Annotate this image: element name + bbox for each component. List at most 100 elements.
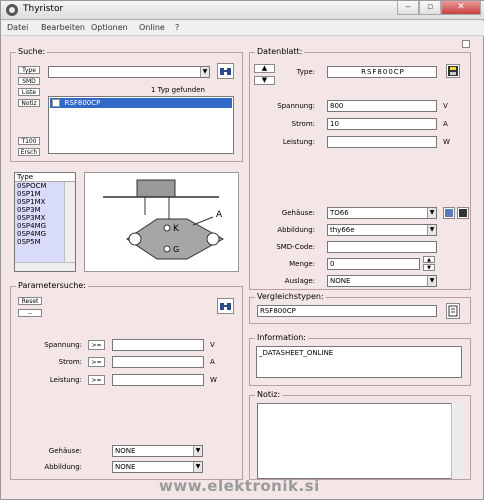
type-list-header[interactable]: Type	[15, 173, 75, 182]
gehaeuse-filter-label: Gehäuse:	[48, 447, 82, 455]
gehaeuse-filter-value: NONE	[115, 447, 136, 455]
result-count: 1 Typ gefunden	[151, 86, 205, 94]
type-list-hscrollbar[interactable]	[15, 262, 75, 271]
result-item-label: RSF800CP	[64, 99, 101, 107]
menu-online[interactable]: Online	[139, 23, 165, 32]
search-binocular-button[interactable]	[217, 63, 234, 79]
type-field[interactable]: RSF800CP	[327, 66, 437, 78]
strom-unit: A	[210, 358, 215, 366]
watermark: www.elektronik.si	[159, 477, 320, 495]
chevron-down-icon[interactable]: ▼	[193, 462, 202, 472]
spannung-operator-button[interactable]: >=	[88, 340, 105, 350]
menu-datei[interactable]: Datei	[7, 23, 28, 32]
reset-button[interactable]: Reset	[18, 297, 42, 305]
search-input[interactable]: ▼	[48, 66, 210, 78]
auslage-label: Auslage:	[284, 277, 315, 285]
thyristor-package-drawing	[103, 179, 225, 260]
type-list-scrollbar[interactable]	[64, 182, 75, 262]
gehaeuse-filter-select[interactable]: NONE ▼	[112, 445, 203, 457]
chevron-down-icon[interactable]: ▼	[427, 276, 436, 286]
save-button[interactable]	[446, 64, 460, 78]
notiz-label: Notiz:	[255, 390, 283, 399]
close-button[interactable]: ✕	[441, 1, 481, 15]
stay-on-top-checkbox[interactable]	[462, 40, 470, 48]
information-label: Information:	[255, 333, 309, 342]
maximize-button[interactable]: ▫	[419, 1, 441, 15]
abbildung-filter-label: Abbildung:	[44, 463, 82, 471]
spannung-field[interactable]	[112, 339, 204, 351]
notiz-textarea[interactable]	[257, 403, 463, 479]
menge-decrement-button[interactable]: ▼	[423, 264, 435, 271]
gehaeuse-data-select[interactable]: TO66 ▼	[327, 207, 437, 219]
package-image: K G A	[84, 172, 239, 272]
liste-button[interactable]: Liste	[18, 88, 40, 96]
list-item[interactable]: 0SP4MG	[15, 222, 64, 230]
edit-image-button[interactable]	[443, 207, 455, 219]
abbildung-data-label: Abbildung:	[277, 226, 315, 234]
list-item[interactable]: 0SP1MX	[15, 198, 64, 206]
chevron-down-icon[interactable]: ▼	[427, 208, 436, 218]
menge-increment-button[interactable]: ▲	[423, 256, 435, 263]
menu-help[interactable]: ?	[175, 23, 179, 32]
list-item[interactable]: 0SP1M	[15, 190, 64, 198]
strom-data-field[interactable]: 10	[327, 118, 437, 130]
gehaeuse-data-value: TO66	[330, 209, 349, 217]
leistung-data-unit: W	[443, 138, 450, 146]
t100-button[interactable]: T100	[18, 137, 40, 145]
spannung-data-unit: V	[443, 102, 448, 110]
auslage-select[interactable]: NONE ▼	[327, 275, 437, 287]
menge-field[interactable]: 0	[327, 258, 420, 270]
type-list[interactable]: Type 0SPOCM 0SP1M 0SP1MX 0SP3M 0SP3MX 0S…	[14, 172, 76, 272]
list-item[interactable]: RSF800CP	[50, 98, 232, 108]
smd-code-field[interactable]	[327, 241, 437, 253]
list-item[interactable]: 0SP5M	[15, 238, 64, 246]
abbildung-filter-select[interactable]: NONE ▼	[112, 461, 203, 473]
nav-down-button[interactable]: ▼	[254, 76, 275, 85]
list-item[interactable]: 0SP4MG	[15, 230, 64, 238]
auslage-value: NONE	[330, 277, 351, 285]
information-field[interactable]: _DATASHEET_ONLINE	[256, 346, 462, 378]
list-item[interactable]: 0SP3M	[15, 206, 64, 214]
pin-a-label: A	[216, 210, 223, 220]
chevron-down-icon[interactable]: ▼	[193, 446, 202, 456]
notiz-button[interactable]: Notiz	[18, 99, 40, 107]
type-button[interactable]: Type	[18, 66, 40, 74]
spannung-unit: V	[210, 341, 215, 349]
vergleich-field[interactable]: RSF800CP	[257, 305, 437, 317]
smd-button[interactable]: SMD	[18, 77, 40, 85]
floppy-disk-icon	[448, 66, 458, 76]
image-edit-icon	[445, 209, 453, 217]
notiz-scrollbar[interactable]	[451, 403, 463, 479]
type-list-items: 0SPOCM 0SP1M 0SP1MX 0SP3M 0SP3MX 0SP4MG …	[15, 182, 64, 262]
spannung-data-field[interactable]: 800	[327, 100, 437, 112]
app-icon	[6, 4, 18, 16]
strom-field[interactable]	[112, 356, 204, 368]
menu-optionen[interactable]: Optionen	[91, 23, 128, 32]
image-view-icon	[459, 209, 467, 217]
leistung-unit: W	[210, 376, 217, 384]
list-item[interactable]: 0SP3MX	[15, 214, 64, 222]
ersch-button[interactable]: Ersch	[18, 148, 40, 156]
list-item[interactable]: 0SPOCM	[15, 182, 64, 190]
datenblatt-label: Datenblatt:	[255, 47, 305, 56]
view-image-button[interactable]	[457, 207, 469, 219]
leistung-data-field[interactable]	[327, 136, 437, 148]
reset-dropdown-button[interactable]: ‒	[18, 309, 42, 317]
leistung-field[interactable]	[112, 374, 204, 386]
datenblatt-group: Datenblatt:	[249, 47, 471, 290]
leistung-label: Leistung:	[49, 376, 82, 384]
search-results-list[interactable]: RSF800CP	[48, 96, 234, 154]
spannung-data-label: Spannung:	[277, 102, 315, 110]
leistung-operator-button[interactable]: >=	[88, 375, 105, 385]
strom-operator-button[interactable]: >=	[88, 357, 105, 367]
menu-bearbeiten[interactable]: Bearbeiten	[41, 23, 85, 32]
item-checkbox[interactable]	[52, 99, 60, 107]
abbildung-data-select[interactable]: thy66e ▼	[327, 224, 437, 236]
chevron-down-icon[interactable]: ▼	[427, 225, 436, 235]
minimize-button[interactable]: ‒	[397, 1, 419, 15]
gehaeuse-data-label: Gehäuse:	[281, 209, 315, 217]
abbildung-data-value: thy66e	[330, 226, 355, 234]
chevron-down-icon[interactable]: ▼	[200, 67, 209, 77]
parameter-search-button[interactable]	[217, 298, 234, 314]
compare-button[interactable]	[446, 303, 460, 319]
